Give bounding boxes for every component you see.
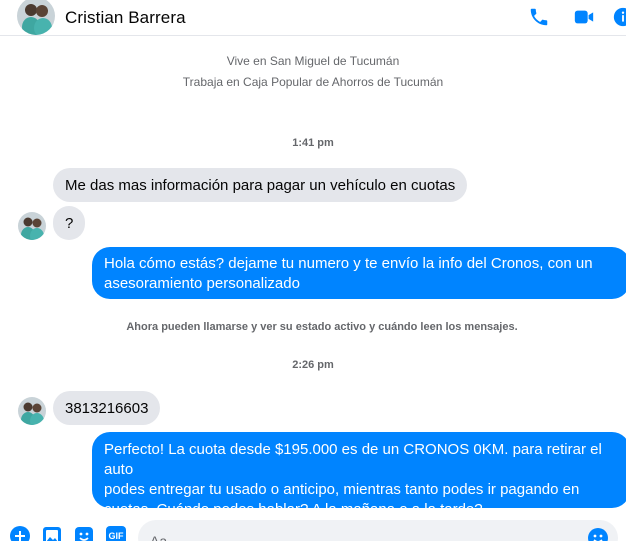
- composer: GIF Aa: [0, 516, 626, 541]
- add-icon[interactable]: [10, 526, 30, 541]
- timestamp: 2:26 pm: [292, 359, 334, 371]
- message-text: 3813216603: [65, 400, 149, 417]
- profile-work: Trabaja en Caja Popular de Ahorros de Tu…: [182, 75, 444, 89]
- message-text: ?: [65, 215, 74, 232]
- contact-avatar-small[interactable]: [18, 212, 46, 240]
- contact-name[interactable]: Cristian Barrera: [65, 8, 186, 28]
- gif-icon[interactable]: GIF: [106, 526, 126, 541]
- incoming-message[interactable]: 3813216603: [53, 391, 161, 425]
- profile-location: Vive en San Miguel de Tucumán: [226, 54, 400, 68]
- chat-header: Cristian Barrera: [0, 0, 626, 36]
- video-camera-icon[interactable]: [573, 6, 595, 28]
- timestamp: 1:41 pm: [292, 137, 334, 149]
- message-input-placeholder: Aa: [150, 533, 168, 541]
- sticker-icon[interactable]: [74, 526, 94, 541]
- message-text: asesoramiento personalizado: [104, 275, 300, 292]
- image-icon[interactable]: [42, 526, 62, 541]
- message-text: podes entregar tu usado o anticipo, mien…: [104, 481, 580, 498]
- gif-label: GIF: [108, 531, 124, 541]
- phone-icon[interactable]: [528, 6, 550, 28]
- contact-avatar-small[interactable]: [18, 397, 46, 425]
- connection-notice: Ahora pueden llamarse y ver su estado ac…: [126, 321, 518, 333]
- contact-avatar[interactable]: [17, 0, 55, 35]
- emoji-icon[interactable]: [588, 528, 608, 541]
- message-text: Me das mas información para pagar un veh…: [65, 177, 456, 194]
- message-text: Hola cómo estás? dejame tu numero y te e…: [104, 255, 593, 272]
- incoming-message[interactable]: ?: [53, 206, 86, 240]
- incoming-message[interactable]: Me das mas información para pagar un veh…: [53, 168, 468, 202]
- message-text: Perfecto! La cuota desde $195.000 es de …: [104, 441, 602, 478]
- info-icon[interactable]: [612, 6, 626, 28]
- message-input[interactable]: Aa: [138, 520, 618, 541]
- outgoing-message[interactable]: Perfecto! La cuota desde $195.000 es de …: [92, 432, 626, 518]
- outgoing-message[interactable]: Hola cómo estás? dejame tu numero y te e…: [92, 247, 626, 299]
